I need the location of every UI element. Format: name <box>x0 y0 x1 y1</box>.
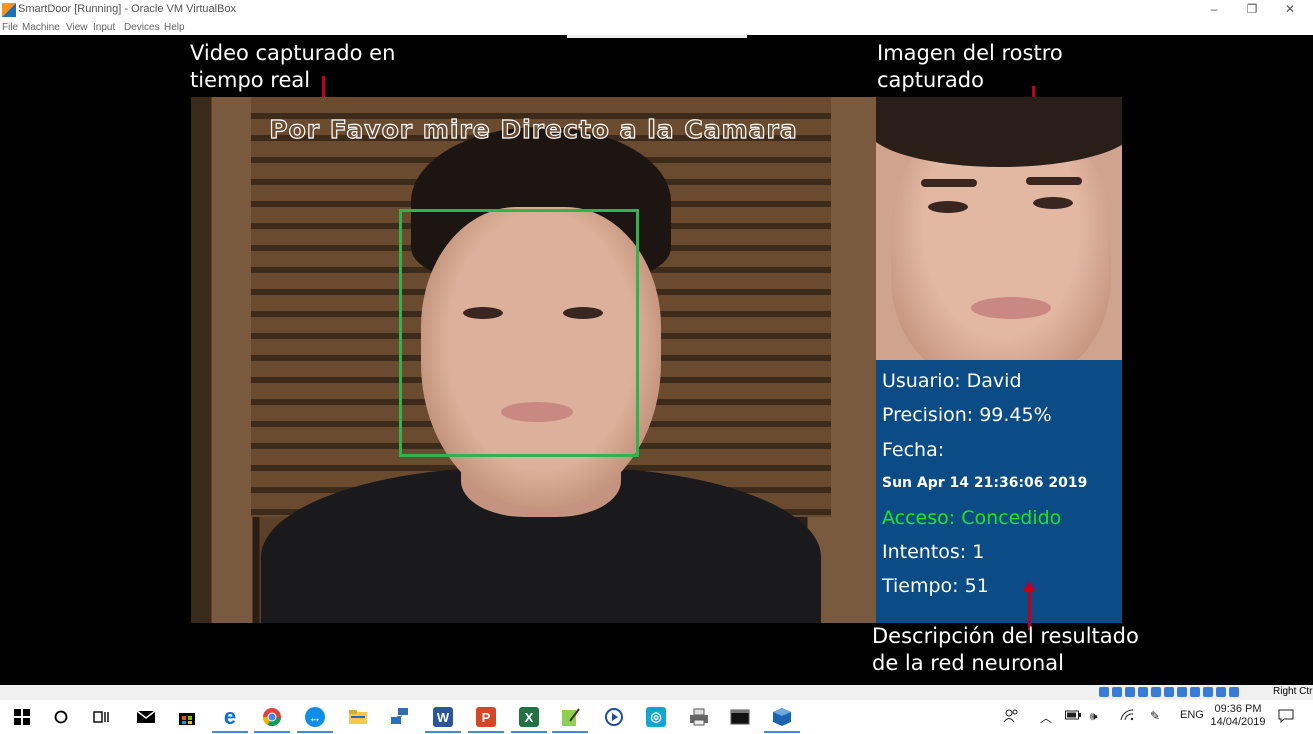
wifi-icon[interactable] <box>1120 709 1134 724</box>
task-view-icon[interactable] <box>91 707 111 727</box>
arrow-result-head <box>1023 581 1035 591</box>
host-key-label: Right Ctrl <box>1273 686 1313 697</box>
annotation-video-line2: tiempo real <box>190 68 311 92</box>
live-video-feed: Por Favor mire Directo a la Camara <box>191 97 876 623</box>
pen-icon[interactable]: ✎ <box>1150 709 1160 723</box>
excel-icon[interactable]: X <box>519 707 539 727</box>
menu-input[interactable]: Input <box>93 22 115 33</box>
result-fecha-label: Fecha: <box>882 439 945 461</box>
usb-icon[interactable] <box>1151 687 1161 697</box>
edge-active-indicator <box>212 731 248 733</box>
mouse-integration-icon[interactable] <box>1216 687 1226 697</box>
recording-icon[interactable] <box>1190 687 1200 697</box>
annotation-face-line1: Imagen del rostro <box>877 41 1063 65</box>
result-precision: Precision: 99.45% <box>882 404 1052 426</box>
word-icon[interactable]: W <box>433 707 453 727</box>
cyan-app-icon[interactable]: ◎ <box>646 707 666 727</box>
chrome-active-indicator <box>254 731 290 733</box>
result-acceso: Acceso: Concedido <box>882 507 1062 529</box>
captured-mouth <box>971 297 1051 319</box>
result-tiempo: Tiempo: 51 <box>882 575 989 597</box>
chrome-icon[interactable] <box>262 707 282 727</box>
teamviewer-icon[interactable]: ↔ <box>305 707 325 727</box>
terminal-icon[interactable] <box>730 707 750 727</box>
clock-date: 14/04/2019 <box>1210 716 1266 728</box>
vbox-status-bar: Right Ctrl <box>0 685 1313 700</box>
media-player-icon[interactable] <box>604 707 624 727</box>
result-usuario: Usuario: David <box>882 370 1022 392</box>
keyboard-icon[interactable] <box>1229 687 1239 697</box>
window-titlebar: SmartDoor [Running] - Oracle VM VirtualB… <box>0 0 1313 22</box>
search-circle-icon[interactable] <box>51 707 71 727</box>
result-panel: Usuario: David Precision: 99.45% Fecha: … <box>876 360 1122 623</box>
left-brow <box>921 179 977 187</box>
annotation-result: Descripción del resultado de la red neur… <box>872 623 1139 677</box>
word-active-indicator <box>425 731 461 733</box>
minimize-button[interactable]: – <box>1204 2 1224 16</box>
menu-devices[interactable]: Devices <box>124 22 160 33</box>
windows-taskbar: e ↔ W P X ◎ ︿ 🕪 ✎ ENG 09:36 PM 14/04/201… <box>0 700 1313 734</box>
menu-file[interactable]: File <box>2 22 18 33</box>
virtualbox-app-icon <box>2 3 16 17</box>
result-intentos: Intentos: 1 <box>882 541 985 563</box>
vm-mini-toolbar[interactable] <box>567 35 747 38</box>
notepad-active-indicator <box>552 731 588 733</box>
menu-machine[interactable]: Machine <box>22 22 60 33</box>
chevron-up-icon[interactable]: ︿ <box>1040 709 1052 726</box>
close-button[interactable]: ✕ <box>1280 2 1300 16</box>
notification-center-icon[interactable] <box>1278 709 1294 726</box>
printer-icon[interactable] <box>689 707 709 727</box>
restore-button[interactable]: ❐ <box>1242 2 1262 16</box>
virtualbox-cube-icon[interactable] <box>772 707 792 727</box>
edge-browser-icon[interactable]: e <box>220 704 240 729</box>
instruction-overlay: Por Favor mire Directo a la Camara <box>269 114 798 144</box>
clock-time: 09:36 PM <box>1214 703 1262 715</box>
menu-help[interactable]: Help <box>164 22 185 33</box>
language-indicator[interactable]: ENG <box>1180 709 1204 721</box>
people-icon[interactable] <box>1003 709 1019 726</box>
audio-icon[interactable] <box>1125 687 1135 697</box>
annotation-video-line1: Video capturado en <box>190 41 396 65</box>
face-detection-box <box>399 209 639 457</box>
notepad-plus-icon[interactable] <box>560 707 580 727</box>
display-icon[interactable] <box>1177 687 1187 697</box>
annotation-result-line1: Descripción del resultado <box>872 624 1139 648</box>
captured-right-eye <box>1033 197 1073 209</box>
powerpoint-icon[interactable]: P <box>476 707 496 727</box>
virtualbox-active-indicator <box>764 731 800 733</box>
captured-face-image <box>876 97 1122 360</box>
teamviewer-active-indicator <box>297 731 333 733</box>
result-fecha: Sun Apr 14 21:36:06 2019 <box>882 475 1088 491</box>
battery-icon[interactable] <box>1065 709 1081 723</box>
menu-bar: File Machine View Input Devices Help <box>0 22 1313 35</box>
network-computers-icon[interactable] <box>390 707 410 727</box>
cpu-icon[interactable] <box>1203 687 1213 697</box>
vbox-device-icons[interactable] <box>1099 687 1239 698</box>
mail-envelope-icon[interactable] <box>136 707 156 727</box>
system-clock[interactable]: 09:36 PM 14/04/2019 <box>1210 703 1266 729</box>
menu-view[interactable]: View <box>66 22 88 33</box>
excel-active-indicator <box>511 731 547 733</box>
annotation-video: Video capturado en tiempo real <box>190 40 395 94</box>
powerpoint-active-indicator <box>468 731 504 733</box>
store-bag-icon[interactable] <box>177 707 197 727</box>
volume-icon[interactable]: 🕪 <box>1090 709 1098 724</box>
file-explorer-folder-icon[interactable] <box>348 707 368 727</box>
shared-folders-icon[interactable] <box>1164 687 1174 697</box>
start-windows-icon[interactable] <box>12 707 32 727</box>
network-icon[interactable] <box>1138 687 1148 697</box>
annotation-result-line2: de la red neuronal <box>872 651 1064 675</box>
right-brow <box>1026 177 1082 185</box>
hard-disk-icon[interactable] <box>1099 687 1109 697</box>
optical-drive-icon[interactable] <box>1112 687 1122 697</box>
window-title: SmartDoor [Running] - Oracle VM VirtualB… <box>18 3 237 15</box>
captured-hair <box>876 97 1122 167</box>
captured-left-eye <box>928 201 968 213</box>
